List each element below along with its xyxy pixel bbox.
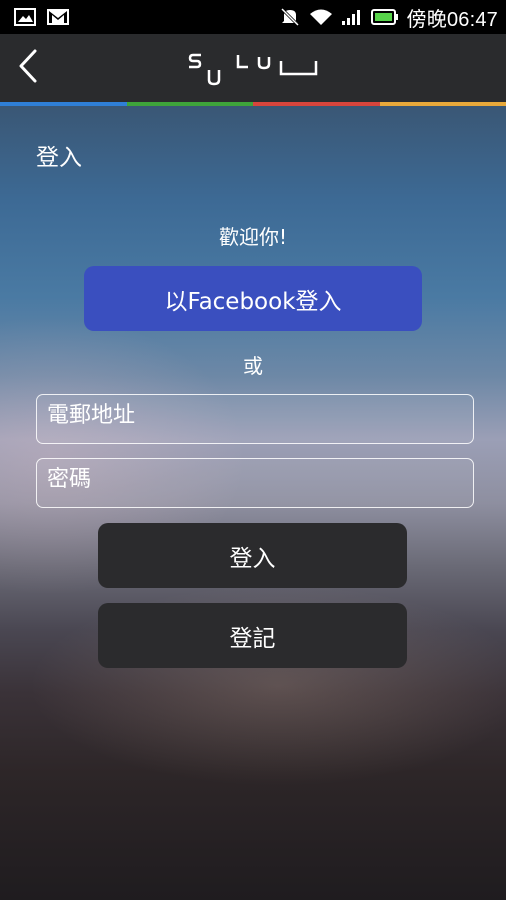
sulu-logo: [185, 52, 320, 88]
email-field[interactable]: 電郵地址: [36, 394, 474, 444]
mute-icon: [279, 7, 301, 27]
facebook-login-button[interactable]: 以Facebook登入: [84, 266, 422, 331]
login-button[interactable]: 登入: [98, 523, 407, 588]
gmail-icon: [46, 8, 70, 26]
battery-icon: [370, 8, 399, 26]
password-field[interactable]: 密碼: [36, 458, 474, 508]
chevron-left-icon: [16, 48, 40, 88]
status-time: 傍晚06:47: [406, 8, 498, 31]
email-placeholder: 電郵地址: [47, 403, 136, 428]
app-bar: [0, 34, 506, 102]
wifi-icon: [309, 8, 333, 26]
password-placeholder: 密碼: [47, 467, 92, 492]
page-title: 登入: [36, 145, 82, 171]
welcome-text: 歡迎你!: [218, 225, 288, 249]
register-button[interactable]: 登記: [98, 603, 407, 668]
status-bar: 傍晚06:47: [0, 0, 506, 34]
signal-icon: [341, 8, 363, 26]
image-icon: [14, 8, 36, 26]
or-separator: 或: [243, 354, 263, 378]
back-button[interactable]: [6, 46, 50, 90]
